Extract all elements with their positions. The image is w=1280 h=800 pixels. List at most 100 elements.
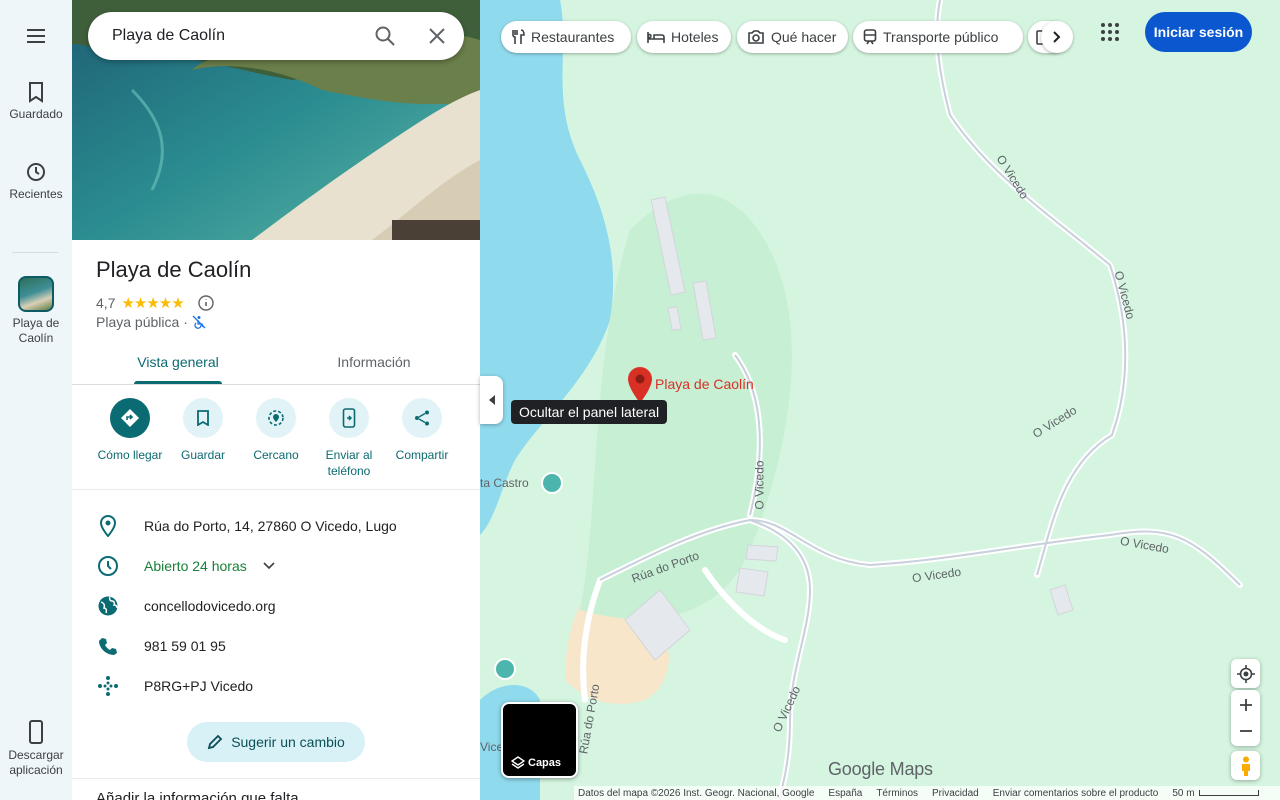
address-text: Rúa do Porto, 14, 27860 O Vicedo, Lugo [144, 518, 397, 534]
place-panel: Playa de Caolín 4,7 ★★★★★ Playa pública … [72, 0, 480, 800]
pin-label[interactable]: Playa de Caolín [655, 376, 754, 392]
download-app-button[interactable]: Descargar aplicación [0, 720, 72, 778]
tab-overview[interactable]: Vista general [100, 340, 256, 384]
send-to-phone-button[interactable]: Enviar al teléfono [313, 398, 385, 479]
tab-information[interactable]: Información [296, 340, 452, 384]
my-location-button[interactable] [1231, 659, 1260, 688]
phone-icon [99, 638, 117, 655]
website-text: concellodovicedo.org [144, 598, 276, 614]
my-location-icon [1236, 664, 1255, 683]
place-pin-icon[interactable] [626, 366, 654, 404]
zoom-in-icon[interactable] [1239, 698, 1253, 712]
hours-row[interactable]: Abierto 24 horas [72, 546, 480, 586]
menu-button[interactable] [0, 26, 72, 50]
search-input[interactable] [112, 12, 362, 60]
pegman-icon [1241, 756, 1250, 776]
poi-icon[interactable] [494, 658, 516, 680]
chip-label: Hoteles [671, 29, 719, 45]
divider [72, 778, 480, 779]
restaurant-icon [512, 29, 525, 44]
clock-icon [98, 556, 118, 576]
saved-button[interactable]: Guardado [0, 81, 72, 122]
chip-label: Transporte público [883, 29, 999, 45]
street-view-button[interactable] [1231, 751, 1260, 780]
chip-hotels[interactable]: Hoteles [637, 21, 731, 53]
recents-button[interactable]: Recientes [0, 161, 72, 202]
chips-next-button[interactable] [1041, 21, 1073, 53]
place-tabs: Vista general Información [72, 340, 480, 385]
close-icon[interactable] [426, 25, 448, 47]
download-label: Descargar aplicación [8, 748, 64, 777]
globe-icon [98, 596, 118, 616]
website-row[interactable]: concellodovicedo.org [72, 586, 480, 626]
save-button[interactable]: Guardar [167, 398, 239, 463]
country-link[interactable]: España [828, 788, 862, 799]
address-row[interactable]: Rúa do Porto, 14, 27860 O Vicedo, Lugo [72, 506, 480, 546]
bookmark-icon [29, 82, 43, 103]
plus-code-row[interactable]: P8RG+PJ Vicedo [72, 666, 480, 706]
layers-label: Capas [528, 757, 562, 769]
recent-place-button[interactable]: Playa de Caolín [0, 276, 72, 346]
phone-row[interactable]: 981 59 01 95 [72, 626, 480, 666]
map-data-credit: Datos del mapa ©2026 Inst. Geogr. Nacion… [578, 787, 815, 799]
zoom-controls [1231, 690, 1260, 746]
directions-button[interactable]: Cómo llegar [94, 398, 166, 463]
layers-button[interactable]: Capas [501, 702, 578, 778]
chevron-down-icon[interactable] [263, 562, 275, 570]
chip-transit[interactable]: Transporte público [853, 21, 1023, 53]
info-icon[interactable] [198, 295, 214, 311]
directions-icon [121, 409, 139, 427]
nearby-label: Cercano [253, 448, 299, 462]
rating-value: 4,7 [96, 295, 116, 311]
apps-grid-icon[interactable] [1100, 22, 1120, 42]
save-label: Guardar [180, 448, 226, 462]
rail-divider [12, 252, 58, 253]
share-label: Compartir [395, 448, 449, 462]
nearby-button[interactable]: Cercano [240, 398, 312, 463]
suggest-edit-button[interactable]: Sugerir un cambio [187, 722, 365, 762]
directions-label: Cómo llegar [97, 448, 163, 462]
poi-label-2[interactable]: Vice [480, 740, 503, 754]
zoom-out-icon[interactable] [1239, 724, 1253, 738]
phone-text: 981 59 01 95 [144, 638, 226, 654]
menu-icon [27, 29, 45, 43]
feedback-link[interactable]: Enviar comentarios sobre el producto [993, 788, 1159, 799]
share-button[interactable]: Compartir [386, 398, 458, 463]
camera-icon [748, 30, 764, 44]
plus-code-text: P8RG+PJ Vicedo [144, 678, 254, 694]
left-rail: Guardado Recientes Playa de Caolín Desca… [0, 0, 72, 800]
divider [72, 489, 480, 490]
search-box [88, 12, 464, 60]
action-buttons: Cómo llegar Guardar Cercano Enviar al te… [72, 398, 480, 488]
chevron-right-icon [1053, 31, 1061, 43]
send-to-phone-label: Enviar al teléfono [325, 448, 373, 478]
google-maps-logo: Google Maps [828, 759, 933, 779]
share-icon [415, 410, 429, 426]
recent-place-label: Playa de Caolín [12, 316, 60, 345]
train-icon [863, 29, 877, 45]
hours-text: Abierto 24 horas [144, 558, 247, 574]
collapse-panel-button[interactable] [480, 376, 503, 424]
chip-restaurants[interactable]: Restaurantes [501, 21, 631, 53]
scale-bar [1198, 789, 1259, 796]
place-category[interactable]: Playa pública [96, 314, 179, 330]
no-accessible-icon [192, 315, 206, 329]
bookmark-icon [197, 410, 209, 426]
history-icon [27, 163, 45, 181]
search-icon[interactable] [374, 25, 396, 47]
rating-row: 4,7 ★★★★★ [96, 294, 214, 312]
plus-code-icon [98, 676, 118, 696]
privacy-link[interactable]: Privacidad [932, 788, 979, 799]
restaurant-poi-icon[interactable] [541, 472, 563, 494]
poi-label[interactable]: ta Castro [480, 476, 529, 490]
scale-label: 50 m [1172, 787, 1195, 799]
caret-left-icon [488, 395, 495, 405]
terms-link[interactable]: Términos [876, 788, 918, 799]
chip-label: Restaurantes [531, 29, 615, 45]
collapse-tooltip: Ocultar el panel lateral [511, 400, 668, 424]
suggest-edit-label: Sugerir un cambio [231, 734, 345, 750]
phone-icon [29, 720, 43, 744]
sign-in-button[interactable]: Iniciar sesión [1145, 12, 1252, 52]
scale-indicator[interactable]: 50 m [1172, 787, 1259, 799]
chip-things-to-do[interactable]: Qué hacer [737, 21, 848, 53]
